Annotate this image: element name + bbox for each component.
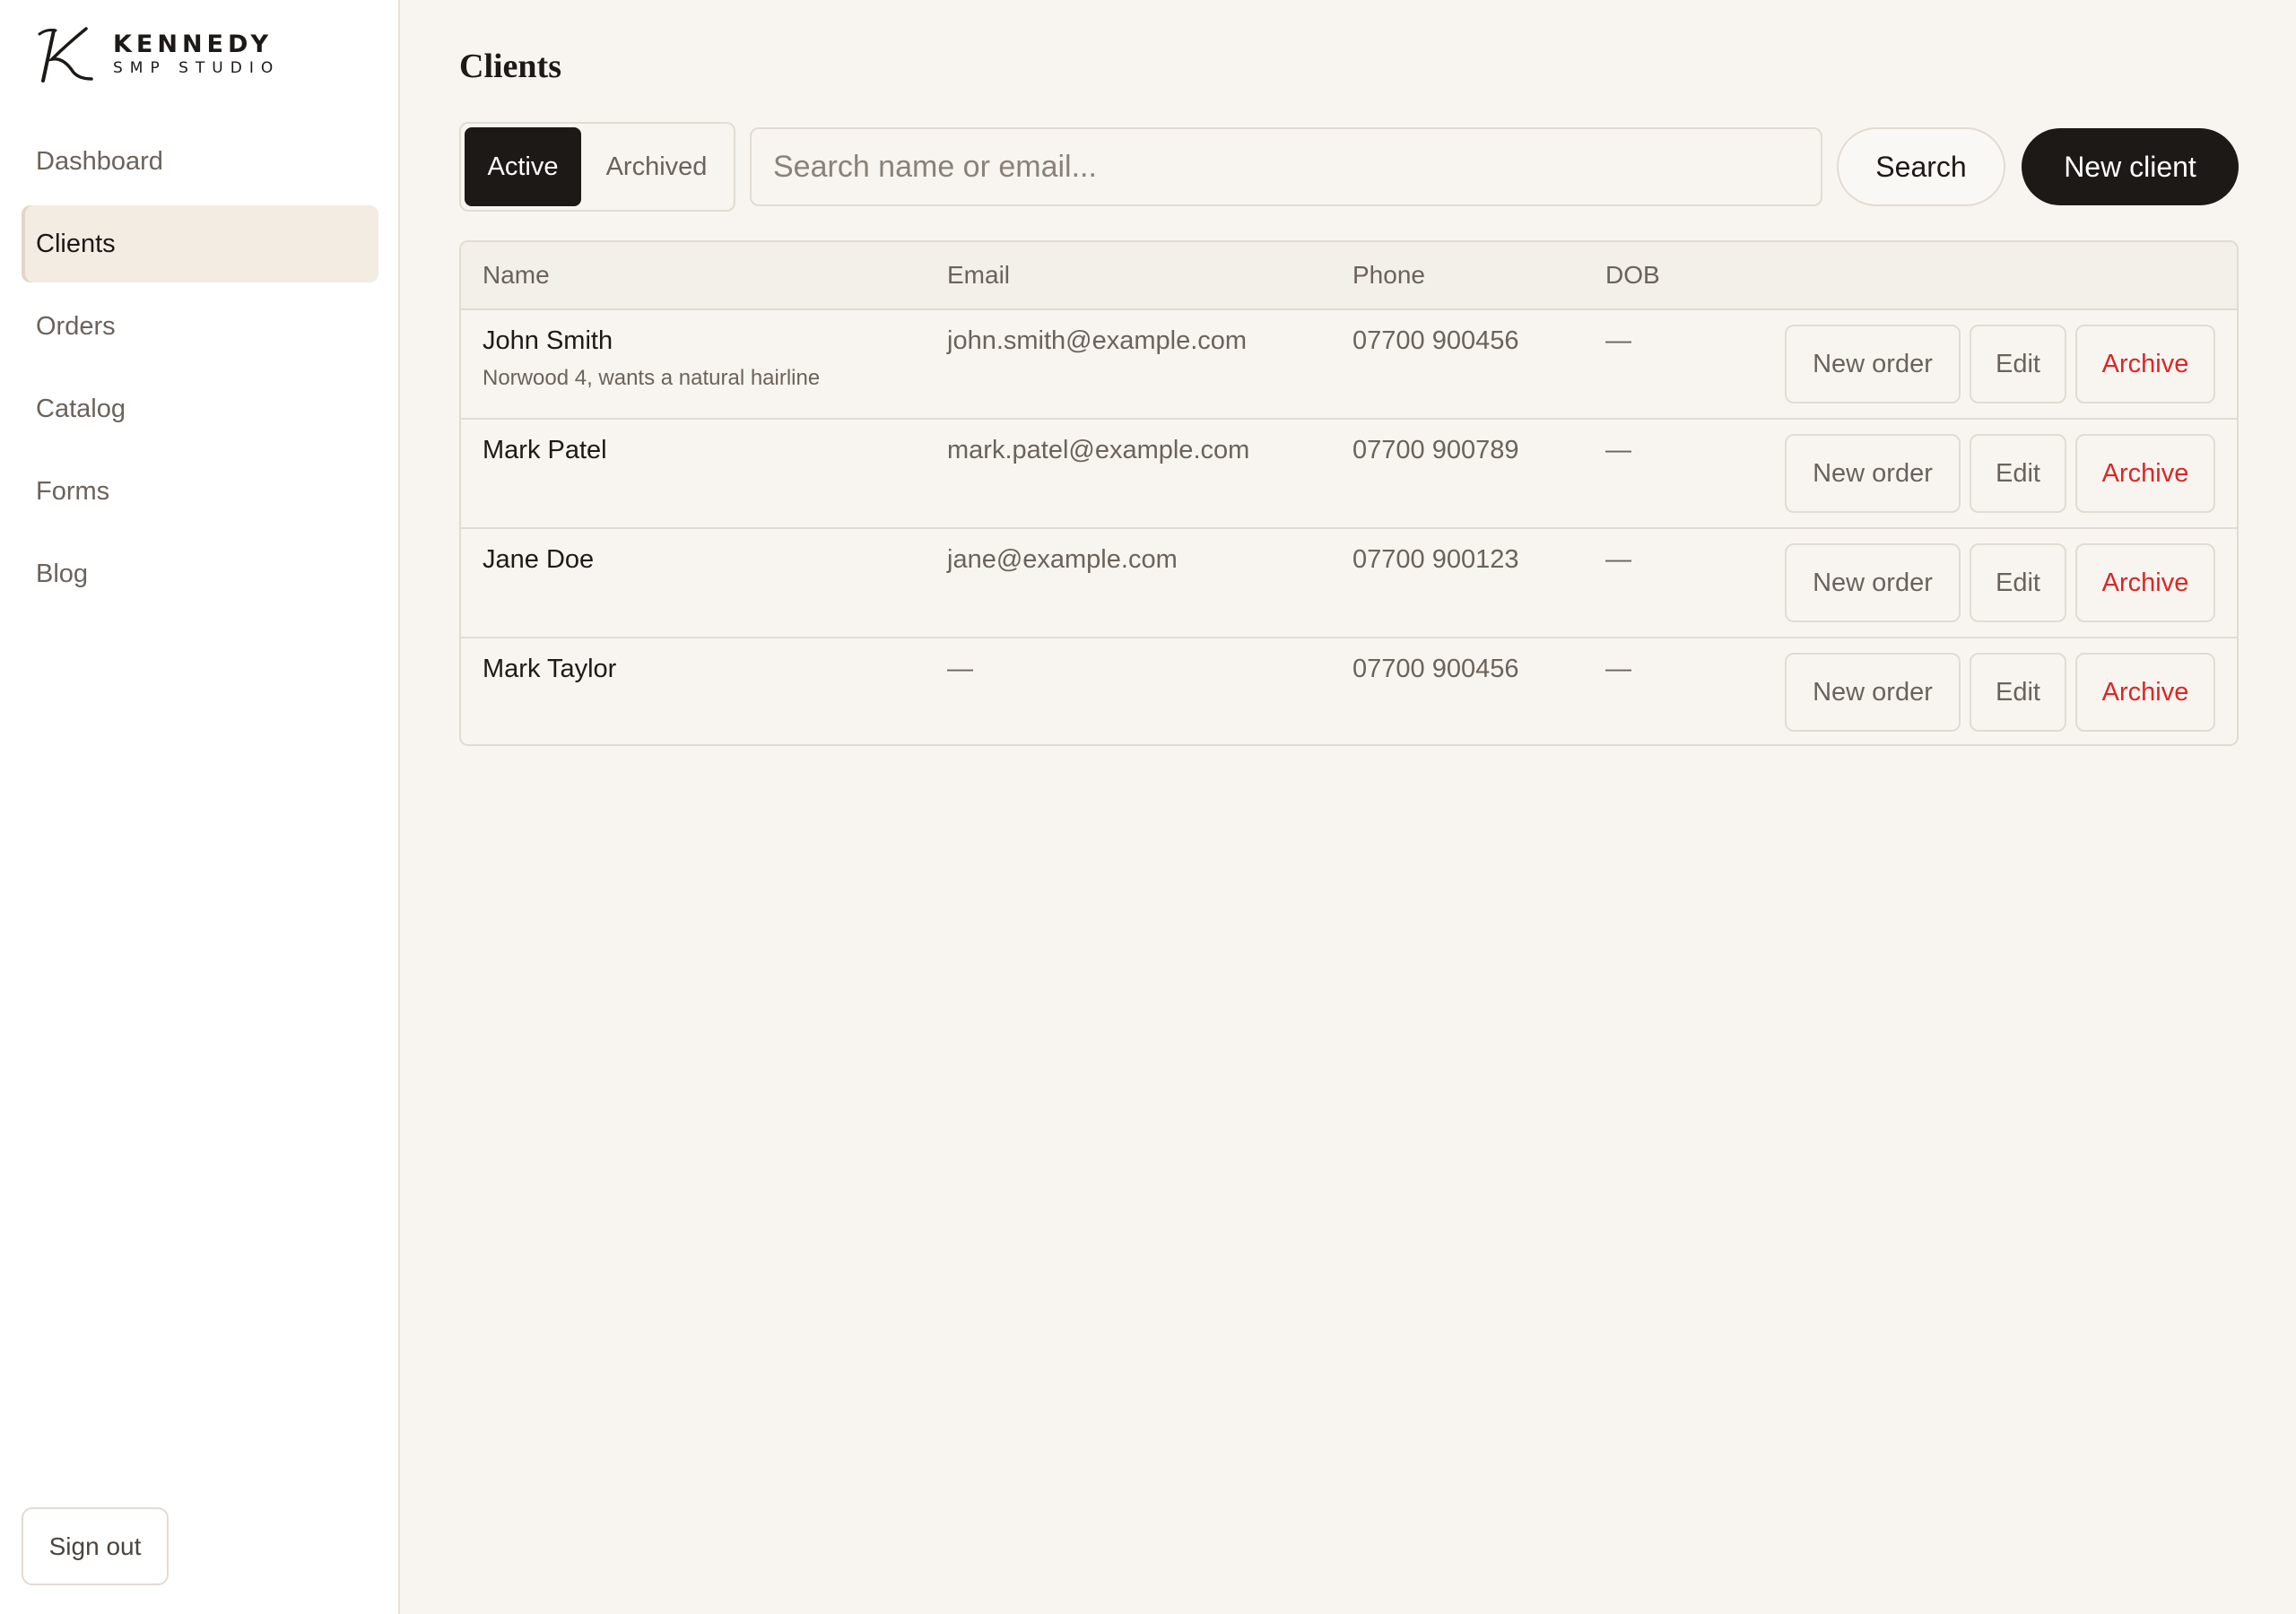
column-header-phone[interactable]: Phone (1352, 242, 1425, 308)
client-dob: — (1605, 436, 1631, 464)
archive-button[interactable]: Archive (2075, 543, 2215, 622)
sidebar-item-orders[interactable]: Orders (22, 288, 378, 365)
client-dob: — (1605, 545, 1631, 574)
sidebar-item-clients[interactable]: Clients (22, 205, 378, 282)
sidebar-nav: Dashboard Clients Orders Catalog Forms B… (22, 123, 378, 618)
sidebar-item-forms[interactable]: Forms (22, 453, 378, 530)
column-header-name[interactable]: Name (483, 242, 550, 308)
kennedy-k-logo-icon (38, 27, 93, 82)
edit-button[interactable]: Edit (1970, 543, 2066, 622)
new-order-button[interactable]: New order (1785, 653, 1961, 732)
client-email: john.smith@example.com (947, 326, 1248, 355)
search-input[interactable] (750, 127, 1822, 206)
edit-button[interactable]: Edit (1970, 325, 2066, 404)
page-title: Clients (459, 48, 561, 85)
client-name[interactable]: Mark Taylor (483, 655, 616, 684)
clients-toolbar: Active Archived Search New client (459, 122, 2239, 212)
table-header: Name Email Phone DOB (461, 242, 2237, 310)
column-header-email[interactable]: Email (947, 242, 1010, 308)
client-name[interactable]: John Smith (483, 326, 613, 356)
status-filter-toggle: Active Archived (459, 122, 735, 212)
client-phone: 07700 900456 (1352, 326, 1519, 355)
sidebar-item-dashboard[interactable]: Dashboard (22, 123, 378, 200)
client-email: jane@example.com (947, 545, 1178, 574)
client-phone: 07700 900456 (1352, 655, 1519, 683)
row-actions: New order Edit Archive (1785, 325, 2215, 404)
brand-name: KENNEDY (113, 30, 274, 58)
brand-logo[interactable]: KENNEDY SMP STUDIO (36, 25, 305, 84)
new-order-button[interactable]: New order (1785, 543, 1961, 622)
table-row[interactable]: John Smith Norwood 4, wants a natural ha… (461, 310, 2237, 420)
sidebar: KENNEDY SMP STUDIO Dashboard Clients Ord… (0, 0, 400, 1614)
filter-archived-button[interactable]: Archived (585, 127, 728, 206)
client-phone: 07700 900123 (1352, 545, 1519, 574)
client-name[interactable]: Jane Doe (483, 545, 594, 575)
client-phone: 07700 900789 (1352, 436, 1519, 464)
brand-text: KENNEDY SMP STUDIO (113, 31, 280, 78)
column-header-dob[interactable]: DOB (1605, 242, 1660, 308)
archive-button[interactable]: Archive (2075, 434, 2215, 513)
client-name[interactable]: Mark Patel (483, 436, 607, 465)
clients-table: Name Email Phone DOB John Smith Norwood … (459, 240, 2239, 746)
table-row[interactable]: Jane Doe jane@example.com 07700 900123 —… (461, 529, 2237, 638)
table-row[interactable]: Mark Patel mark.patel@example.com 07700 … (461, 420, 2237, 529)
search-button[interactable]: Search (1837, 127, 2005, 206)
filter-active-button[interactable]: Active (465, 127, 581, 206)
brand-subtitle: SMP STUDIO (113, 59, 281, 77)
client-note: Norwood 4, wants a natural hairline (483, 366, 821, 390)
new-client-button[interactable]: New client (2022, 128, 2239, 205)
table-row[interactable]: Mark Taylor — 07700 900456 — New order E… (461, 638, 2237, 744)
archive-button[interactable]: Archive (2075, 653, 2215, 732)
row-actions: New order Edit Archive (1785, 434, 2215, 513)
new-order-button[interactable]: New order (1785, 434, 1961, 513)
row-actions: New order Edit Archive (1785, 653, 2215, 732)
edit-button[interactable]: Edit (1970, 653, 2066, 732)
client-dob: — (1605, 326, 1631, 355)
sidebar-item-catalog[interactable]: Catalog (22, 370, 378, 447)
client-email: — (947, 655, 973, 683)
archive-button[interactable]: Archive (2075, 325, 2215, 404)
client-email: mark.patel@example.com (947, 436, 1250, 464)
edit-button[interactable]: Edit (1970, 434, 2066, 513)
row-actions: New order Edit Archive (1785, 543, 2215, 622)
sidebar-item-blog[interactable]: Blog (22, 535, 378, 612)
client-dob: — (1605, 655, 1631, 683)
sign-out-button[interactable]: Sign out (22, 1507, 169, 1585)
new-order-button[interactable]: New order (1785, 325, 1961, 404)
